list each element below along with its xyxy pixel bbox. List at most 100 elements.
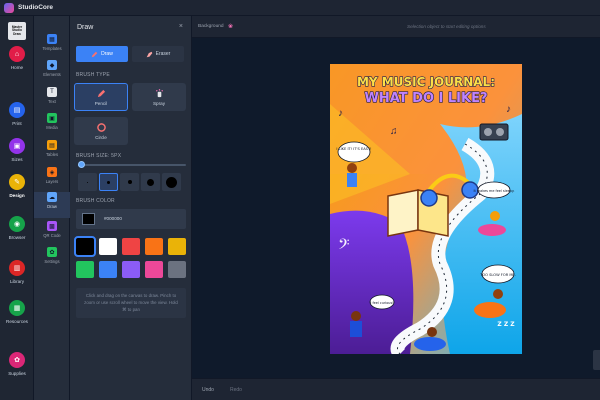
draw-cloud-icon: ☁: [47, 192, 57, 202]
bubble-too-slow: TOO SLOW FOR ME.: [479, 273, 516, 277]
eraser-icon: [146, 51, 152, 57]
nav-resources[interactable]: ▦ Resources: [0, 300, 34, 334]
print-icon: ▤: [9, 102, 25, 118]
tool-draw[interactable]: ☁ Draw: [34, 192, 70, 218]
brush-type-label: BRUSH TYPE: [76, 72, 110, 78]
brush-size-option-1[interactable]: [78, 173, 97, 191]
brush-size-option-5[interactable]: [162, 173, 181, 191]
redo-button[interactable]: Redo: [230, 387, 242, 393]
tool-settings[interactable]: ✿ Settings: [34, 247, 70, 273]
poster-title-line1: MY MUSIC JOURNAL:: [357, 75, 495, 89]
tool-elements[interactable]: ◆ Elements: [34, 60, 70, 86]
nav-library[interactable]: ▥ Library: [0, 260, 34, 294]
resources-icon: ▦: [9, 300, 25, 316]
nav-supplies[interactable]: ✿ Supplies: [0, 352, 34, 386]
color-swatch[interactable]: [145, 238, 163, 255]
supplies-icon: ✿: [9, 352, 25, 368]
bass-clef-icon: 𝄢: [338, 236, 350, 256]
nav-label: Library: [9, 279, 25, 284]
poster-artwork[interactable]: MY MUSIC JOURNAL: WHAT DO I LIKE? I LIKE…: [330, 64, 522, 354]
tool-text[interactable]: T Text: [34, 87, 70, 113]
brush-size-option-4[interactable]: [141, 173, 160, 191]
panel-collapse-handle[interactable]: [593, 350, 600, 370]
draw-hint: Click and drag on the canvas to draw. Pi…: [76, 288, 186, 318]
tool-rail: ▦ Templates ◆ Elements T Text ▣ Media ▤ Tables ◈ La…: [34, 16, 70, 400]
brush-type-pencil[interactable]: Pencil: [74, 83, 128, 111]
music-note-icon: ♪: [506, 104, 511, 115]
qr-code-icon: ▩: [47, 221, 57, 231]
color-hex-value[interactable]: #000000: [104, 216, 122, 221]
nav-label: Design: [9, 193, 25, 198]
bubble-easy: I LIKE IT! IT'S EASY!: [336, 147, 371, 151]
color-swatch[interactable]: [99, 238, 117, 255]
color-swatch[interactable]: [99, 261, 117, 278]
color-swatch[interactable]: [74, 236, 96, 257]
music-note-icon: ♫: [390, 126, 398, 137]
canvas-bottom-bar: Undo Redo: [192, 378, 600, 400]
tool-media[interactable]: ▣ Media: [34, 113, 70, 139]
browser-icon: ◉: [9, 216, 25, 232]
poster-title-line2: WHAT DO I LIKE?: [364, 91, 487, 106]
text-icon: T: [47, 87, 57, 97]
eraser-mode-button[interactable]: Eraser: [132, 46, 184, 62]
color-swatch[interactable]: [145, 261, 163, 278]
layers-icon: ◈: [47, 167, 57, 177]
templates-icon: ▦: [47, 34, 57, 44]
title-bar: StudioCore: [0, 0, 600, 16]
color-swatch[interactable]: [122, 261, 140, 278]
bubble-curious: I feel curious!: [370, 301, 393, 305]
sleep-zzz: Z Z Z: [497, 321, 515, 328]
tool-label: Elements: [43, 72, 61, 77]
color-swatch[interactable]: [76, 261, 94, 278]
nav-label: Browser: [8, 235, 26, 240]
main-nav-rail: Master Studio Draw ⌂ Home ▤ Print ▣ Sizes ✎ Des…: [0, 16, 34, 400]
nav-design[interactable]: ✎ Design: [0, 174, 34, 208]
canvas-area[interactable]: MY MUSIC JOURNAL: WHAT DO I LIKE? I LIKE…: [192, 38, 600, 378]
settings-icon: ✿: [47, 247, 57, 257]
tool-label: Draw: [47, 204, 57, 209]
color-swatch[interactable]: [168, 261, 186, 278]
color-swatch[interactable]: [122, 238, 140, 255]
tool-label: Tables: [45, 152, 59, 157]
nav-label: Resources: [6, 319, 28, 324]
tool-tables[interactable]: ▤ Tables: [34, 140, 70, 166]
media-icon: ▣: [47, 113, 57, 123]
tables-icon: ▤: [47, 140, 57, 150]
circle-icon: [96, 122, 106, 132]
tool-layers[interactable]: ◈ Layers: [34, 167, 70, 193]
tool-templates[interactable]: ▦ Templates: [34, 34, 70, 60]
nav-label: Print: [12, 121, 22, 126]
nav-home[interactable]: ⌂ Home: [0, 46, 34, 80]
brush-type-circle[interactable]: Circle: [74, 117, 128, 145]
color-swatch[interactable]: [168, 238, 186, 255]
panel-title: Draw: [77, 24, 94, 31]
brush-size-slider[interactable]: [78, 164, 186, 166]
nav-print[interactable]: ▤ Print: [0, 102, 34, 136]
brush-color-label: BRUSH COLOR: [76, 198, 115, 204]
nav-sizes[interactable]: ▣ Sizes: [0, 138, 34, 172]
nav-browser[interactable]: ◉ Browser: [0, 216, 34, 250]
color-preview[interactable]: [82, 213, 95, 225]
home-icon: ⌂: [9, 46, 25, 62]
music-note-icon: ♪: [338, 108, 343, 119]
undo-button[interactable]: Undo: [202, 387, 214, 393]
nav-label: Supplies: [8, 371, 26, 376]
bubble-sleepy: It makes me feel sleepy.: [473, 189, 514, 193]
close-icon[interactable]: ×: [179, 23, 183, 30]
draw-mode-button[interactable]: Draw: [76, 46, 128, 62]
pencil-icon: [97, 89, 105, 97]
spray-icon: [155, 88, 163, 97]
elements-icon: ◆: [47, 60, 57, 70]
canvas-toolbar: Background ❀ Selection object to start e…: [192, 16, 600, 38]
palette-icon[interactable]: ❀: [228, 23, 233, 30]
tool-qr-code[interactable]: ▩ QR Code: [34, 221, 70, 247]
brush-color-picker[interactable]: #000000: [76, 209, 186, 229]
brush-size-option-2[interactable]: [99, 173, 118, 191]
brush-size-option-3[interactable]: [120, 173, 139, 191]
app-logo-icon: [4, 2, 14, 13]
studio-brand-logo: Master Studio Draw: [8, 22, 26, 40]
brush-type-spray[interactable]: Spray: [132, 83, 186, 111]
tool-label: Settings: [44, 259, 60, 264]
background-button[interactable]: Background: [198, 24, 224, 29]
selection-hint: Selection object to start editing option…: [407, 24, 486, 29]
